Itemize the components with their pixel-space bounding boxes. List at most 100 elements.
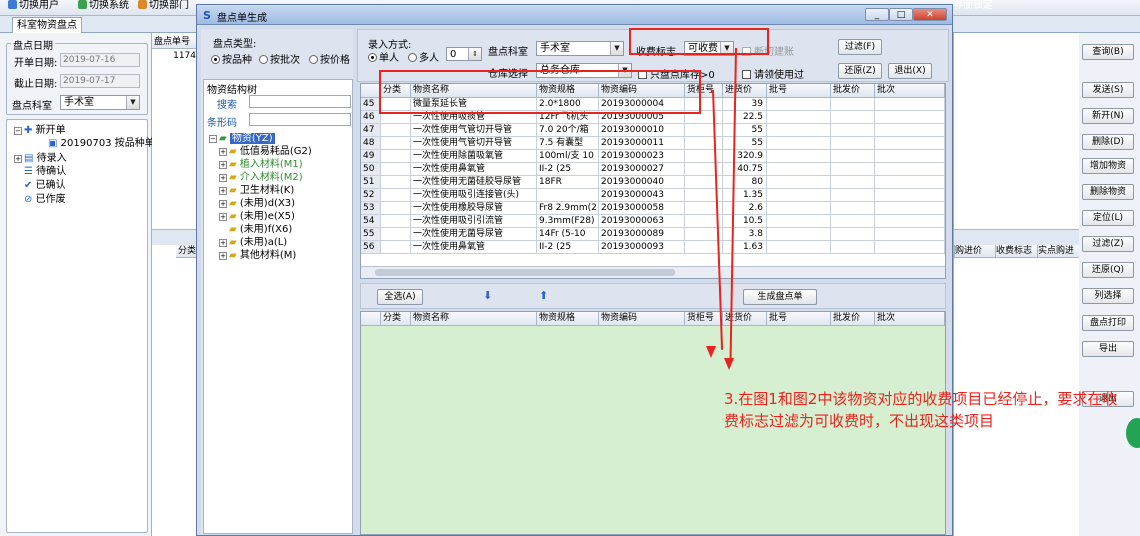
new-bill-button[interactable]: 新开(N) xyxy=(1082,108,1134,124)
cell-price[interactable]: 80 xyxy=(723,176,767,189)
cell-wholesale[interactable] xyxy=(831,189,875,202)
cell-spec[interactable]: 18FR xyxy=(537,176,599,189)
move-up-icon[interactable]: ⬆ xyxy=(539,289,548,302)
cell-price[interactable]: 3.8 xyxy=(723,228,767,241)
generate-bill-button[interactable]: 生成盘点单 xyxy=(743,289,817,305)
type-by-price[interactable]: 按价格 xyxy=(309,51,350,66)
tree-node-interventional[interactable]: + ▰ 介入材料(M2) xyxy=(219,171,303,184)
entry-count-stepper[interactable]: 0 ⇕ xyxy=(446,47,482,61)
cell-batch[interactable] xyxy=(875,150,945,163)
cell-batch-no[interactable] xyxy=(767,176,831,189)
cell-batch-no[interactable] xyxy=(767,124,831,137)
cell-spec[interactable]: Fr8 2.9mm(2 xyxy=(537,202,599,215)
cell-wholesale[interactable] xyxy=(831,241,875,254)
end-date-field[interactable]: 2019-07-17 xyxy=(60,74,140,88)
cell-spec[interactable]: II-2 (25 xyxy=(537,241,599,254)
cell-spec[interactable] xyxy=(537,189,599,202)
cell-code[interactable]: 20193000063 xyxy=(599,215,685,228)
cell-spec[interactable]: 7.0 20个/箱 xyxy=(537,124,599,137)
cell-code[interactable]: 20193000040 xyxy=(599,176,685,189)
cell-cabinet[interactable] xyxy=(685,150,723,163)
cell-cabinet[interactable] xyxy=(685,137,723,150)
cell-price[interactable]: 1.63 xyxy=(723,241,767,254)
stock-only-checkbox[interactable]: 只盘点库存>0 xyxy=(638,66,715,81)
cell-spec[interactable]: II-2 (25 xyxy=(537,163,599,176)
grid-header-2[interactable]: 物资规格 xyxy=(537,84,599,98)
tree-node-unused-d[interactable]: + ▰ (未用)d(X3) xyxy=(219,197,295,210)
cell-wholesale[interactable] xyxy=(831,215,875,228)
cell-name[interactable]: 一次性使用无菌导尿管 xyxy=(411,228,537,241)
grid-header-1[interactable]: 物资名称 xyxy=(411,312,537,326)
cell-cabinet[interactable] xyxy=(685,111,723,124)
cell-price[interactable]: 320.9 xyxy=(723,150,767,163)
used-checkbox[interactable]: 请领使用过 xyxy=(742,66,804,81)
cell-spec[interactable]: 100ml/支 10 xyxy=(537,150,599,163)
cell-name[interactable]: 一次性使用气管切开导管 xyxy=(411,124,537,137)
grid-header-8[interactable]: 批次 xyxy=(875,84,945,98)
tree-root[interactable]: − ▰ 物资(YZ) xyxy=(209,132,275,145)
print-button[interactable]: 盘点打印 xyxy=(1082,315,1134,331)
search-input[interactable] xyxy=(249,95,351,108)
cell-class[interactable] xyxy=(381,124,411,137)
cell-code[interactable]: 20193000027 xyxy=(599,163,685,176)
cell-price[interactable]: 39 xyxy=(723,98,767,111)
cell-class[interactable] xyxy=(381,111,411,124)
tree-node-low-value[interactable]: + ▰ 低值易耗品(G2) xyxy=(219,145,312,158)
grid-header-4[interactable]: 货柜号 xyxy=(685,312,723,326)
cell-batch[interactable] xyxy=(875,137,945,150)
tree-pending-confirm[interactable]: ☰ 待确认 xyxy=(24,165,66,178)
cell-batch-no[interactable] xyxy=(767,150,831,163)
move-down-icon[interactable]: ⬇ xyxy=(483,289,492,302)
fee-flag-select[interactable]: 可收费 ▼ xyxy=(684,41,734,56)
grid-header-0[interactable]: 分类 xyxy=(381,312,411,326)
cell-price[interactable]: 10.5 xyxy=(723,215,767,228)
cell-batch-no[interactable] xyxy=(767,98,831,111)
search-link[interactable]: 搜索 xyxy=(217,96,237,111)
cell-spec[interactable]: 7.5 有囊型 xyxy=(537,137,599,150)
grid-header-6[interactable]: 批号 xyxy=(767,84,831,98)
entry-multi[interactable]: 多人 xyxy=(408,49,439,64)
tree-node-unused-f[interactable]: ▰ (未用)f(X6) xyxy=(229,223,292,236)
cell-code[interactable]: 20193000043 xyxy=(599,189,685,202)
cell-batch[interactable] xyxy=(875,163,945,176)
cell-code[interactable]: 20193000089 xyxy=(599,228,685,241)
cell-class[interactable] xyxy=(381,137,411,150)
entry-single[interactable]: 单人 xyxy=(368,49,399,64)
grid-header-7[interactable]: 批发价 xyxy=(831,84,875,98)
cell-cabinet[interactable] xyxy=(685,163,723,176)
cell-spec[interactable]: 2.0*1800 xyxy=(537,98,599,111)
cell-code[interactable]: 20193000004 xyxy=(599,98,685,111)
cell-class[interactable] xyxy=(381,176,411,189)
cell-wholesale[interactable] xyxy=(831,124,875,137)
cell-code[interactable]: 20193000011 xyxy=(599,137,685,150)
cell-batch-no[interactable] xyxy=(767,228,831,241)
cell-code[interactable]: 20193000093 xyxy=(599,241,685,254)
cell-price[interactable]: 1.35 xyxy=(723,189,767,202)
lock-screen-button[interactable]: 界面锁定 xyxy=(953,0,993,14)
scrollbar-thumb[interactable] xyxy=(375,269,675,276)
tree-node-implant[interactable]: + ▰ 植入材料(M1) xyxy=(219,158,303,171)
cell-name[interactable]: 一次性使用吸引连接管(头) xyxy=(411,189,537,202)
cell-class[interactable] xyxy=(381,189,411,202)
maximize-button[interactable]: □ xyxy=(889,8,913,21)
cell-wholesale[interactable] xyxy=(831,111,875,124)
switch-system-button[interactable]: 切换系统 xyxy=(78,0,129,14)
cell-batch-no[interactable] xyxy=(767,202,831,215)
cell-name[interactable]: 一次性使用除菌吸氧管 xyxy=(411,150,537,163)
cell-class[interactable] xyxy=(381,228,411,241)
cell-batch-no[interactable] xyxy=(767,137,831,150)
delete-button[interactable]: 删除(D) xyxy=(1082,134,1134,150)
grid-header-1[interactable]: 物资名称 xyxy=(411,84,537,98)
cell-name[interactable]: 一次性使用气管切开导管 xyxy=(411,137,537,150)
tab-dept-inventory[interactable]: 科室物资盘点 xyxy=(12,17,82,33)
cell-class[interactable] xyxy=(381,215,411,228)
cell-batch-no[interactable] xyxy=(767,241,831,254)
cell-spec[interactable]: 12Fr 飞机头 xyxy=(537,111,599,124)
filter-button[interactable]: 过滤(Z) xyxy=(1082,236,1134,252)
barcode-input[interactable] xyxy=(249,113,351,126)
cell-batch[interactable] xyxy=(875,241,945,254)
cell-wholesale[interactable] xyxy=(831,176,875,189)
cell-code[interactable]: 20193000058 xyxy=(599,202,685,215)
dept-select[interactable]: 手术室 ▼ xyxy=(60,95,140,110)
add-material-button[interactable]: 增加物资 xyxy=(1082,158,1134,174)
